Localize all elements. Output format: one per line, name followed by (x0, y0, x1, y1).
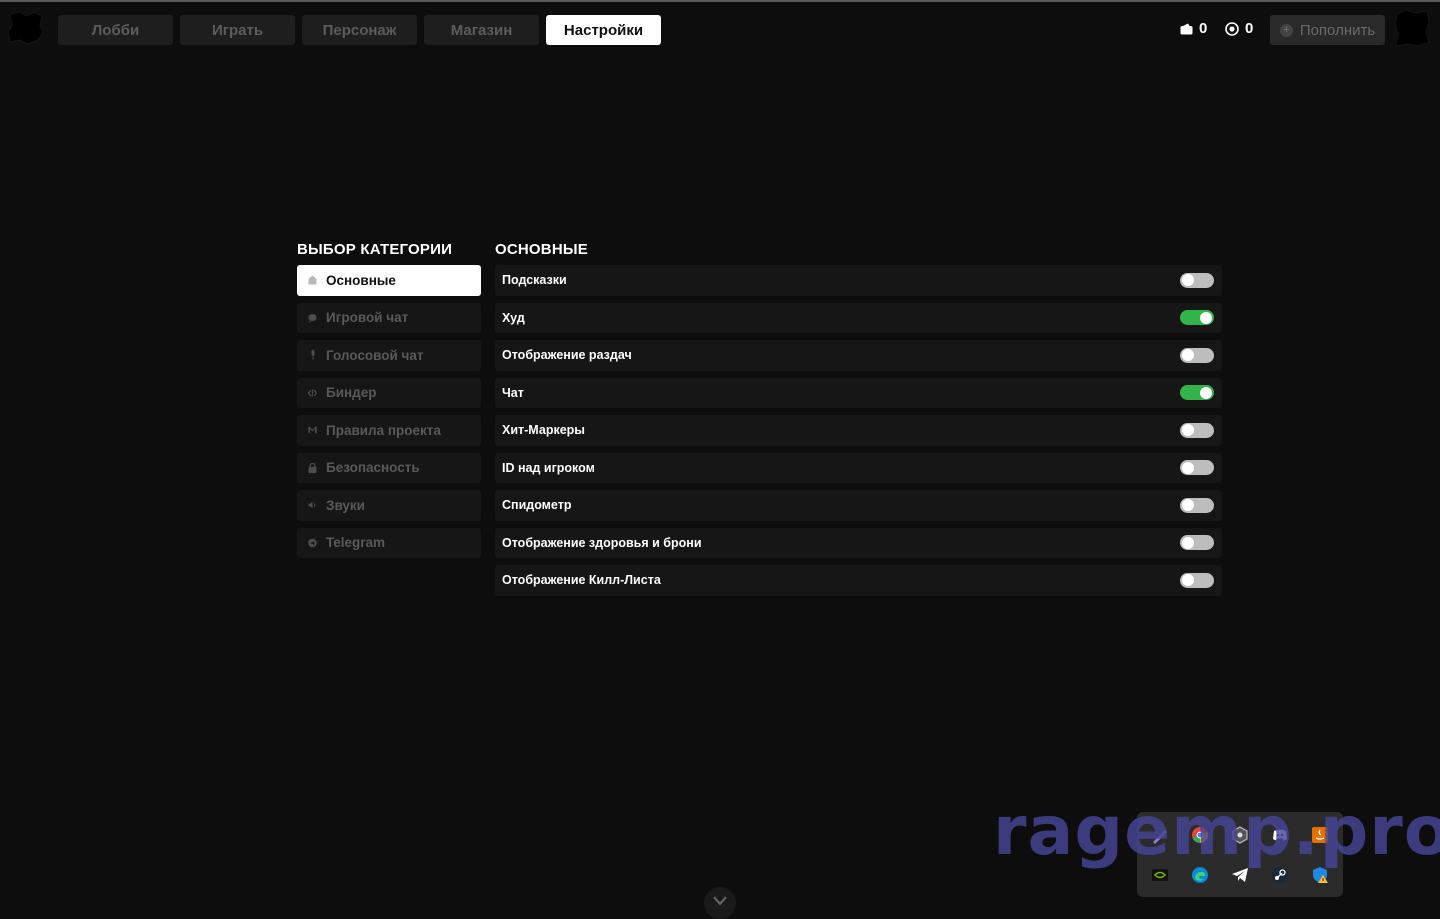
category-title: ВЫБОР КАТЕГОРИИ (297, 241, 453, 258)
kill-list-toggle[interactable] (1180, 572, 1214, 588)
category-item-binder[interactable]: Биндер (297, 377, 481, 408)
setting-row-hit-markers: Хит-Маркеры (495, 415, 1222, 446)
chat-bubble-icon (308, 313, 317, 323)
tab-settings[interactable]: Настройки (546, 15, 661, 45)
rules-icon (308, 425, 317, 435)
speaker-icon (308, 500, 317, 510)
pen-icon[interactable] (1151, 826, 1169, 844)
setting-label: Отображение Килл-Листа (502, 573, 661, 588)
category-item-game-chat[interactable]: Игровой чат (297, 302, 481, 333)
coins-value: 0 (1199, 20, 1208, 37)
setting-label: Отображение здоровья и брони (502, 535, 702, 550)
category-item-rules[interactable]: Правила проекта (297, 415, 481, 446)
toggle-knob (1182, 499, 1194, 512)
project-logo (7, 11, 44, 45)
chevron-down-icon (713, 896, 727, 906)
toggle-knob (1182, 536, 1194, 549)
telegram-icon[interactable] (1231, 866, 1249, 884)
toggle-knob (1182, 424, 1194, 437)
hints-toggle[interactable] (1180, 272, 1214, 288)
chat-toggle[interactable] (1180, 385, 1214, 401)
toggle-knob (1182, 574, 1194, 587)
settings-list: Подсказки Худ Отображение раздач Чат Хит… (495, 265, 1222, 596)
security-warning-icon[interactable] (1311, 866, 1329, 884)
category-label: Биндер (326, 385, 377, 401)
avatar[interactable] (1394, 8, 1430, 48)
setting-row-hints: Подсказки (495, 265, 1222, 296)
topup-button[interactable]: + Пополнить (1270, 15, 1385, 45)
donate-balance: 0 (1225, 20, 1253, 37)
setting-row-health-armor: Отображение здоровья и брони (495, 527, 1222, 558)
nvidia-icon[interactable] (1151, 866, 1169, 884)
tab-character[interactable]: Персонаж (302, 15, 417, 45)
category-label: Голосовой чат (326, 347, 424, 363)
wallet-icon (1180, 23, 1193, 34)
setting-row-kill-list: Отображение Килл-Листа (495, 565, 1222, 596)
donate-coin-icon (1225, 21, 1239, 36)
setting-row-handouts: Отображение раздач (495, 340, 1222, 371)
discord-icon[interactable] (1271, 826, 1289, 844)
setting-label: Хит-Маркеры (502, 423, 585, 438)
coins-balance: 0 (1180, 20, 1207, 37)
category-label: Безопасность (326, 460, 420, 476)
category-label: Игровой чат (326, 310, 409, 326)
setting-row-speedometer: Спидометр (495, 490, 1222, 521)
category-item-security[interactable]: Безопасность (297, 452, 481, 483)
category-label: Telegram (326, 535, 386, 551)
steam-icon[interactable] (1271, 866, 1289, 884)
settings-title: ОСНОВНЫЕ (495, 241, 588, 258)
category-label: Основные (326, 272, 396, 288)
speedometer-toggle[interactable] (1180, 497, 1214, 513)
system-tray-popup (1137, 812, 1343, 897)
category-item-voice-chat[interactable]: Голосовой чат (297, 340, 481, 371)
category-label: Правила проекта (326, 422, 441, 438)
plus-icon: + (1279, 23, 1293, 37)
tab-lobby[interactable]: Лобби (58, 15, 173, 45)
hex-app-icon[interactable] (1231, 826, 1249, 844)
tab-shop[interactable]: Магазин (424, 15, 539, 45)
chrome-icon[interactable] (1191, 826, 1209, 844)
donate-value: 0 (1245, 20, 1254, 37)
setting-row-hud: Худ (495, 302, 1222, 333)
handouts-toggle[interactable] (1180, 347, 1214, 363)
setting-label: ID над игроком (502, 460, 595, 475)
lock-icon (308, 462, 317, 473)
category-item-main[interactable]: Основные (297, 265, 481, 296)
top-border (0, 0, 1440, 2)
topup-label: Пополнить (1299, 21, 1376, 39)
home-icon (308, 275, 317, 285)
toggle-knob (1182, 461, 1194, 474)
player-id-toggle[interactable] (1180, 460, 1214, 476)
scroll-down-button[interactable] (704, 887, 736, 919)
java-icon[interactable] (1311, 826, 1329, 844)
setting-label: Спидометр (502, 498, 572, 513)
health-armor-toggle[interactable] (1180, 535, 1214, 551)
toggle-knob (1182, 349, 1194, 362)
setting-label: Подсказки (502, 273, 567, 288)
setting-label: Худ (502, 310, 525, 325)
category-item-telegram[interactable]: Telegram (297, 527, 481, 558)
setting-row-chat: Чат (495, 377, 1222, 408)
setting-label: Чат (502, 385, 524, 400)
hit-markers-toggle[interactable] (1180, 422, 1214, 438)
microphone-icon (308, 350, 317, 360)
tab-play[interactable]: Играть (180, 15, 295, 45)
setting-label: Отображение раздач (502, 348, 632, 363)
main-nav: Лобби Играть Персонаж Магазин Настройки (58, 15, 661, 45)
category-list: Основные Игровой чат Голосовой чат Бинде… (297, 265, 481, 558)
toggle-knob (1182, 274, 1194, 287)
edge-icon[interactable] (1191, 866, 1209, 884)
toggle-knob (1200, 386, 1212, 399)
category-label: Звуки (326, 497, 365, 513)
code-icon (308, 388, 317, 398)
telegram-icon (308, 538, 317, 548)
hud-toggle[interactable] (1180, 310, 1214, 326)
category-item-sounds[interactable]: Звуки (297, 490, 481, 521)
setting-row-player-id: ID над игроком (495, 452, 1222, 483)
toggle-knob (1200, 311, 1212, 324)
